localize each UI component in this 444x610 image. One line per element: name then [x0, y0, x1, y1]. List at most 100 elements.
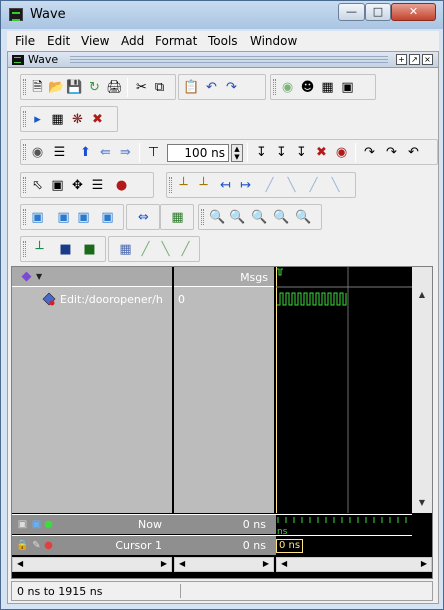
break-icon[interactable]: ✖ — [89, 111, 106, 128]
toolbar-grip[interactable] — [23, 241, 26, 257]
back-arrow-icon[interactable]: ⇚ — [97, 144, 114, 161]
wave-toggle-icon[interactable]: ╲ — [327, 177, 344, 194]
wave-bus-icon[interactable]: ■ — [57, 241, 74, 258]
toolbar-grip[interactable] — [273, 79, 276, 95]
names-horizontal-scrollbar[interactable]: ◀ ▶ — [12, 557, 172, 572]
wave-logic-icon[interactable]: ╲ — [157, 241, 174, 258]
menu-window[interactable]: Window — [250, 34, 297, 48]
wave-literal-icon[interactable]: ▦ — [117, 241, 134, 258]
toolbar-grip[interactable] — [23, 111, 26, 127]
panel-close-button[interactable]: × — [422, 54, 433, 65]
tree-expand-icon[interactable]: ▣ — [339, 79, 356, 96]
zoom-mode-icon[interactable]: ▣ — [49, 177, 66, 194]
toolbar-grip[interactable] — [169, 177, 172, 193]
copy-icon[interactable]: ⧉ — [151, 79, 168, 96]
compile-icon[interactable]: ▸ — [29, 111, 46, 128]
break-run-icon[interactable]: ✖ — [313, 144, 330, 161]
panel-zoom-button[interactable]: + — [396, 54, 407, 65]
wave-rise-icon[interactable]: ╱ — [261, 177, 278, 194]
zoom-out-icon[interactable]: 🔍 — [229, 209, 246, 226]
zoom-range-icon[interactable]: 🔍 — [295, 209, 312, 226]
run-all-icon[interactable]: ↧ — [293, 144, 310, 161]
compile-all-icon[interactable]: ▦ — [49, 111, 66, 128]
wave-horizontal-scrollbar[interactable]: ◀ ▶ — [276, 557, 432, 572]
stoplight-icon[interactable]: ● — [113, 177, 130, 194]
panel-grip[interactable] — [70, 56, 388, 63]
menu-view[interactable]: View — [81, 34, 109, 48]
wave-analog-icon[interactable]: ╱ — [137, 241, 154, 258]
prev-edge-icon[interactable]: ↤ — [217, 177, 234, 194]
signal-name[interactable]: Edit:/dooropener/h — [60, 293, 163, 306]
zoom-in-icon[interactable]: 🔍 — [209, 209, 226, 226]
wave-pulse-icon[interactable]: ╱ — [305, 177, 322, 194]
run-length-input[interactable]: 100 ns — [167, 144, 229, 162]
step-icon[interactable]: ☰ — [51, 144, 68, 161]
menu-tools[interactable]: Tools — [208, 34, 238, 48]
toolbar-grip[interactable] — [201, 209, 204, 225]
stop-icon[interactable]: ◉ — [333, 144, 350, 161]
scroll-right-icon[interactable]: ▶ — [161, 559, 167, 568]
dropdown-arrow-icon[interactable]: ▼ — [36, 272, 42, 281]
simulate-icon[interactable]: ❋ — [69, 111, 86, 128]
forward-arrow-icon[interactable]: ⇛ — [117, 144, 134, 161]
wave-fall-icon[interactable]: ╲ — [283, 177, 300, 194]
toolbar-grip[interactable] — [23, 209, 26, 225]
print-icon[interactable]: 🖨 — [106, 79, 123, 96]
menu-add[interactable]: Add — [121, 34, 144, 48]
up-arrow-icon[interactable]: ⬆ — [77, 144, 94, 161]
dataflow-icon[interactable]: ▦ — [169, 209, 186, 226]
step-over-icon[interactable]: ↷ — [383, 144, 400, 161]
lock-cursor-icon[interactable]: ▣ — [75, 209, 92, 226]
hierarchy-icon[interactable]: ◉ — [279, 79, 296, 96]
find-binoculars-icon[interactable]: ☻ — [299, 79, 316, 96]
add-cursor-icon[interactable]: ▣ — [29, 209, 46, 226]
run-length-stepper[interactable]: ▲ ▼ — [231, 144, 243, 162]
wave-objects-icon[interactable]: ◆ — [18, 268, 35, 285]
scroll-up-icon[interactable]: ▲ — [413, 287, 431, 303]
compare-icon[interactable]: ⇔ — [135, 209, 152, 226]
panel-undock-button[interactable]: ↗ — [409, 54, 420, 65]
next-edge-icon[interactable]: ↦ — [237, 177, 254, 194]
run-icon[interactable]: ↧ — [253, 144, 270, 161]
delete-cursor-red-icon[interactable]: ● — [40, 537, 57, 554]
toolbar-grip[interactable] — [23, 79, 26, 95]
scroll-left-icon[interactable]: ◀ — [281, 559, 287, 568]
tree-collapse-icon[interactable]: ▦ — [319, 79, 336, 96]
minimize-button[interactable]: — — [338, 3, 365, 21]
menu-file[interactable]: File — [15, 34, 35, 48]
restart-icon[interactable]: ◉ — [29, 144, 46, 161]
bookmark-icon[interactable]: ▣ — [99, 209, 116, 226]
open-folder-icon[interactable]: 📂 — [48, 79, 65, 96]
step-into-icon[interactable]: ↷ — [361, 144, 378, 161]
cursor-marker-label[interactable]: 0 ns — [276, 539, 304, 553]
new-file-icon[interactable]: 🗎 — [29, 79, 46, 96]
scroll-right-icon[interactable]: ▶ — [421, 559, 427, 568]
edit-mode-icon[interactable]: ☰ — [89, 177, 106, 194]
waveform-pane[interactable] — [276, 267, 412, 513]
undo-icon[interactable]: ↶ — [203, 79, 220, 96]
toolbar-grip[interactable] — [23, 144, 26, 160]
continue-icon[interactable]: ↧ — [273, 144, 290, 161]
wave-vertical-scrollbar[interactable]: ▲ ▼ — [412, 267, 432, 513]
save-icon[interactable]: 💾 — [66, 79, 83, 96]
menu-edit[interactable]: Edit — [47, 34, 70, 48]
select-pointer-icon[interactable]: ⬁ — [29, 177, 46, 194]
maximize-button[interactable]: □ — [365, 3, 391, 21]
wave-group-icon[interactable]: ■ — [81, 241, 98, 258]
menu-format[interactable]: Format — [155, 34, 197, 48]
redo-icon[interactable]: ↷ — [223, 79, 240, 96]
scroll-down-icon[interactable]: ▼ — [413, 495, 431, 511]
values-horizontal-scrollbar[interactable]: ◀ ▶ — [174, 557, 274, 572]
toolbar-grip[interactable] — [23, 177, 26, 193]
scroll-left-icon[interactable]: ◀ — [179, 559, 185, 568]
wave-event-icon[interactable]: ╱ — [177, 241, 194, 258]
close-button[interactable]: ✕ — [391, 3, 436, 21]
delete-cursor-icon[interactable]: ▣ — [55, 209, 72, 226]
insert-edge-icon[interactable]: ┴ — [175, 177, 192, 194]
add-cursor-green-icon[interactable]: ● — [40, 516, 57, 533]
pan-mode-icon[interactable]: ✥ — [69, 177, 86, 194]
zoom-cursor-icon[interactable]: 🔍 — [273, 209, 290, 226]
run-length-icon[interactable]: ⊤ — [145, 144, 162, 161]
cut-icon[interactable]: ✂ — [133, 79, 150, 96]
zoom-full-icon[interactable]: 🔍 — [251, 209, 268, 226]
